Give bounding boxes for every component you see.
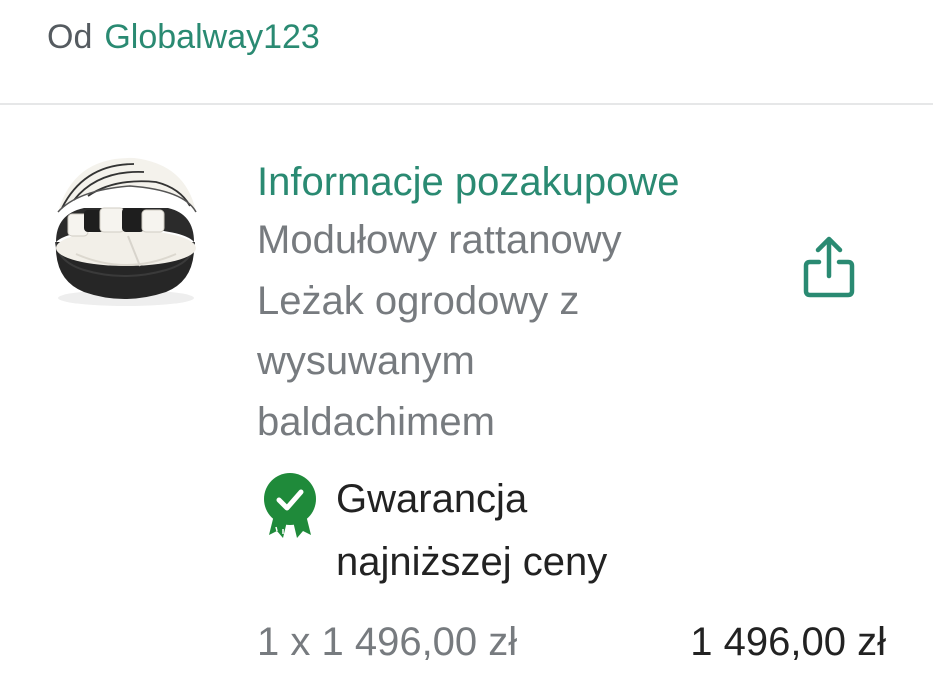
product-title-line: Modułowy rattanowy [257,218,622,262]
seller-name-link[interactable]: Globalway123 [104,12,319,62]
product-thumbnail[interactable] [44,150,204,315]
guarantee-badge-icon [261,471,319,541]
order-details-page: Od Globalway123 Informacje pozakupowe Mo… [0,0,933,700]
quantity-unit-price: 1 x 1 496,00 zł [257,620,518,664]
product-title-line: wysuwanym [257,339,475,383]
rattan-daybed-image [55,157,197,306]
total-price: 1 496,00 zł [690,620,886,664]
divider [0,103,933,105]
after-purchase-info-link[interactable]: Informacje pozakupowe [257,155,679,209]
seller-row: Od Globalway123 [47,12,320,62]
product-title-line: baldachimem [257,399,495,444]
product-title[interactable]: Modułowy rattanowy Leżak ogrodowy z wysu… [257,210,727,452]
guarantee-line: najniższej ceny [336,540,608,584]
guarantee-line: Gwarancja [336,477,528,521]
lowest-price-guarantee[interactable]: Gwarancja najniższej ceny [336,468,756,594]
product-title-line: Leżak ogrodowy z [257,278,580,323]
share-icon[interactable] [801,234,857,300]
seller-prefix: Od [47,18,93,56]
